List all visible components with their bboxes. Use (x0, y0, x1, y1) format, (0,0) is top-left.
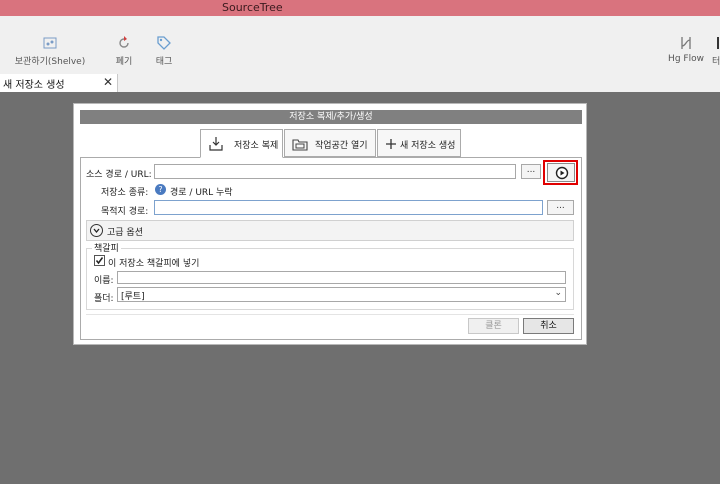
destination-path-input[interactable] (154, 200, 543, 215)
source-path-input[interactable] (154, 164, 516, 179)
clone-download-icon (209, 137, 223, 151)
tab-create-repository[interactable]: 새 저장소 생성 (377, 129, 461, 157)
chevron-down-icon: ⌄ (554, 288, 562, 298)
repo-type-value: 경로 / URL 누락 (170, 188, 233, 198)
tab-label: 새 저장소 생성 (3, 80, 65, 91)
tab-open-workspace[interactable]: 작업공간 열기 (284, 129, 376, 157)
partial-toolbar-label: 터 (712, 57, 720, 67)
shelve-icon (43, 37, 57, 49)
folder-label: 폴더: (94, 294, 114, 304)
advanced-options-label: 고급 옵션 (107, 228, 143, 238)
tab-clone-label: 저장소 복제 (234, 141, 279, 151)
chevron-down-icon (90, 224, 103, 237)
source-path-label: 소스 경로 / URL: (86, 170, 152, 180)
dialog-title: 저장소 복제/추가/생성 (80, 110, 582, 124)
title-bar: SourceTree (0, 0, 720, 16)
tag-icon (157, 36, 171, 50)
hg-flow-button[interactable]: Hg Flow (664, 35, 708, 64)
help-icon: ? (155, 184, 166, 195)
plus-icon (386, 139, 396, 149)
source-browse-button[interactable]: ... (521, 164, 541, 179)
partial-toolbar-button[interactable]: 터 (712, 35, 720, 67)
discard-icon (119, 36, 129, 48)
cancel-button[interactable]: 취소 (523, 318, 574, 334)
destination-browse-button[interactable]: ... (547, 200, 574, 215)
bookmark-section-title: 책갈피 (92, 241, 121, 254)
tab-clone-repository[interactable]: 저장소 복제 (200, 129, 283, 158)
folder-select-value: [루트] (121, 292, 145, 302)
discard-button[interactable]: 폐기 (110, 35, 138, 67)
window-title: SourceTree (222, 1, 283, 14)
tag-label: 태그 (155, 57, 173, 67)
folder-select[interactable]: [루트] ⌄ (117, 287, 566, 302)
remote-repository-button[interactable] (547, 163, 575, 182)
discard-label: 폐기 (115, 57, 133, 67)
hg-flow-icon (681, 37, 691, 49)
toolbar: 보관하기(Shelve) 폐기 태그 Hg Flow 터 (0, 16, 720, 74)
close-icon[interactable]: ✕ (103, 75, 113, 89)
hg-flow-label: Hg Flow (668, 54, 704, 64)
bookmark-checkbox-label: 이 저장소 책갈피에 넣기 (108, 259, 200, 269)
tag-button[interactable]: 태그 (150, 35, 178, 67)
partial-toolbar-icon (717, 37, 719, 49)
tab-new-repository[interactable]: 새 저장소 생성 ✕ (0, 74, 118, 92)
shelve-button[interactable]: 보관하기(Shelve) (10, 35, 90, 67)
check-icon (95, 257, 104, 265)
tab-strip: 새 저장소 생성 ✕ (0, 74, 720, 92)
repo-type-label: 저장소 종류: (101, 188, 149, 198)
tab-create-label: 새 저장소 생성 (400, 141, 456, 151)
clone-button[interactable]: 클론 (468, 318, 519, 334)
bookmark-name-input[interactable] (117, 271, 566, 284)
folder-icon (292, 139, 308, 151)
name-label: 이름: (94, 276, 114, 286)
globe-icon (555, 166, 569, 180)
destination-path-label: 목적지 경로: (101, 207, 149, 217)
bookmark-checkbox[interactable] (94, 255, 105, 266)
tab-open-workspace-label: 작업공간 열기 (315, 141, 368, 151)
shelve-label: 보관하기(Shelve) (14, 57, 86, 67)
footer-divider (86, 314, 574, 315)
advanced-options-expander[interactable]: 고급 옵션 (86, 220, 574, 241)
